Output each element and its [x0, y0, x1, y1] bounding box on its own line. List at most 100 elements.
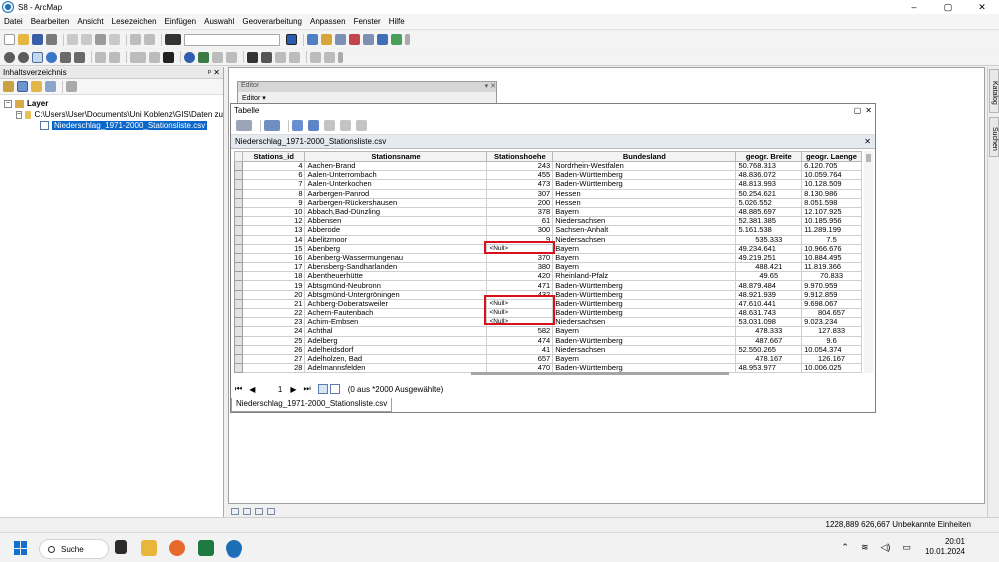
python-window-icon[interactable] [363, 34, 374, 45]
table-cell[interactable]: Achthal [304, 326, 488, 337]
table-cell[interactable]: 370 [486, 252, 554, 264]
table-cell[interactable]: Baden-Württemberg [552, 335, 737, 346]
table-cell[interactable]: Niedersachsen [552, 317, 737, 328]
table-cell[interactable]: Abensberg-Sandharlanden [304, 262, 488, 273]
table-row[interactable]: 13 Abberode 300 Sachsen-Anhalt 5.161.538 11.2… [234, 225, 862, 236]
table-cell[interactable]: 26 [241, 344, 306, 355]
editor-menu-button[interactable]: Editor ▾ [242, 94, 266, 102]
table-row[interactable]: 6 Aalen-Unterrombach 455 Baden-Württemberg 4… [234, 170, 862, 181]
row-selector[interactable] [234, 206, 243, 218]
row-selector[interactable] [234, 307, 243, 319]
row-selector[interactable] [234, 262, 243, 273]
zoom-in-icon[interactable] [4, 51, 15, 63]
table-cell[interactable]: 19 [241, 280, 306, 291]
catalog-side-tab[interactable]: Katalog [989, 69, 999, 113]
table-cell[interactable]: 49.65 [735, 271, 803, 282]
table-horizontal-scrollbar[interactable] [471, 371, 871, 376]
paste-icon[interactable] [95, 34, 106, 45]
column-header[interactable]: geogr. Laenge [801, 151, 862, 162]
row-selector[interactable] [234, 326, 243, 337]
forward-extent-icon[interactable] [109, 51, 120, 63]
table-row[interactable]: 4 Aachen-Brand 243 Nordrhein-Westfalen 50.76… [234, 160, 862, 172]
undo-icon[interactable] [130, 34, 141, 45]
map-scale-combobox[interactable] [184, 33, 280, 46]
table-cell[interactable]: Abenberg [304, 243, 488, 254]
menu-einfuegen[interactable]: Einfügen [165, 17, 197, 26]
table-source-close-icon[interactable]: ✕ [864, 137, 871, 146]
list-by-source-icon[interactable] [17, 81, 28, 92]
table-cell[interactable]: 9.023.234 [801, 317, 862, 328]
table-cell[interactable]: Bayern [552, 243, 737, 254]
table-cell[interactable]: 300 [486, 225, 554, 236]
save-icon[interactable] [32, 34, 43, 45]
wifi-icon[interactable]: ≋ [861, 542, 869, 553]
fixed-zoom-out-icon[interactable] [74, 51, 85, 63]
table-cell[interactable]: Aalen-Unterkochen [304, 179, 488, 190]
list-by-drawing-order-icon[interactable] [3, 81, 14, 92]
table-cell[interactable]: 27 [241, 353, 306, 365]
pan-icon[interactable] [32, 51, 43, 63]
row-selector[interactable] [234, 225, 243, 236]
table-cell[interactable]: 10.054.374 [801, 344, 862, 355]
editor-toolbar-close-icon[interactable]: ▾ ✕ [485, 82, 496, 92]
modelbuilder-icon[interactable] [377, 34, 388, 45]
create-viewer-icon[interactable] [310, 51, 321, 63]
data-view-icon[interactable] [231, 507, 239, 515]
table-cell[interactable]: 50.768.313 [735, 160, 803, 172]
menu-ansicht[interactable]: Ansicht [77, 17, 103, 26]
table-close-icon[interactable]: ✕ [865, 106, 872, 115]
select-by-attributes-icon[interactable] [292, 120, 303, 131]
toolbar-overflow-icon[interactable] [405, 34, 410, 45]
go-to-xy-icon[interactable] [275, 51, 286, 63]
table-cell[interactable]: 5.026.552 [735, 197, 803, 208]
table-row[interactable]: 19 Abtsgmünd-Neubronn 471 Baden-Württemberg… [234, 280, 862, 291]
table-row[interactable]: 17 Abensberg-Sandharlanden 380 Bayern 488.42… [234, 262, 862, 273]
toolbar-overflow-icon[interactable] [338, 51, 343, 63]
table-cell[interactable]: 307 [486, 188, 554, 199]
table-cell[interactable]: Baden-Württemberg [552, 170, 737, 181]
table-cell[interactable]: 11.819.366 [801, 262, 862, 273]
column-header[interactable]: Bundesland [552, 151, 737, 162]
row-selector[interactable] [234, 335, 243, 346]
table-row[interactable]: 8 Aarbergen-Panrod 307 Hessen 50.254.621 8.13… [234, 188, 862, 199]
find-route-icon[interactable] [261, 51, 272, 63]
table-cell[interactable]: 48.836.072 [735, 170, 803, 181]
table-cell[interactable]: 380 [486, 262, 554, 273]
table-cell[interactable]: 50.254.621 [735, 188, 803, 199]
table-cell[interactable]: Bayern [552, 206, 737, 218]
cut-icon[interactable] [67, 34, 78, 45]
table-row[interactable]: 12 Abbensen 61 Niedersachsen 52.381.385 10.18… [234, 216, 862, 227]
find-icon[interactable] [247, 51, 258, 63]
table-cell[interactable]: Adelheidsdorf [304, 344, 488, 355]
table-row[interactable]: 7 Aalen-Unterkochen 473 Baden-Württemberg 48… [234, 179, 862, 190]
maximize-button[interactable]: ▢ [931, 0, 965, 14]
table-cell[interactable]: 243 [486, 160, 554, 172]
row-selector[interactable] [234, 289, 243, 300]
table-cell[interactable]: 41 [486, 344, 554, 355]
collapse-icon[interactable]: − [4, 99, 12, 108]
html-popup-icon[interactable] [212, 51, 223, 63]
table-cell[interactable]: 21 [241, 298, 306, 310]
column-header[interactable]: Stations_id [241, 151, 306, 162]
table-cell[interactable]: Hessen [552, 188, 737, 199]
menu-anpassen[interactable]: Anpassen [310, 17, 346, 26]
table-cell[interactable]: 487.667 [735, 335, 803, 346]
table-cell[interactable]: 657 [486, 353, 554, 365]
previous-record-icon[interactable]: ◀ [249, 385, 255, 394]
table-cell[interactable]: 471 [486, 280, 554, 291]
show-selected-records-icon[interactable] [329, 384, 340, 394]
table-cell[interactable]: 474 [486, 335, 554, 346]
table-cell[interactable]: 23 [241, 317, 306, 328]
table-cell[interactable]: Abtsgmünd-Untergröningen [304, 289, 488, 300]
row-selector-header[interactable] [234, 151, 243, 162]
table-cell[interactable]: 420 [486, 271, 554, 282]
column-header[interactable]: Stationshoehe [486, 151, 554, 162]
table-row[interactable]: 18 Abentheuerhütte 420 Rheinland-Pfalz 49.65… [234, 271, 862, 282]
search-side-tab[interactable]: Suchen [989, 117, 999, 157]
list-by-selection-icon[interactable] [45, 81, 56, 92]
row-selector[interactable] [234, 197, 243, 208]
table-cell[interactable]: 49.234.641 [735, 243, 803, 254]
row-selector[interactable] [234, 234, 243, 245]
delete-icon[interactable] [109, 34, 120, 45]
table-cell[interactable]: 25 [241, 335, 306, 346]
